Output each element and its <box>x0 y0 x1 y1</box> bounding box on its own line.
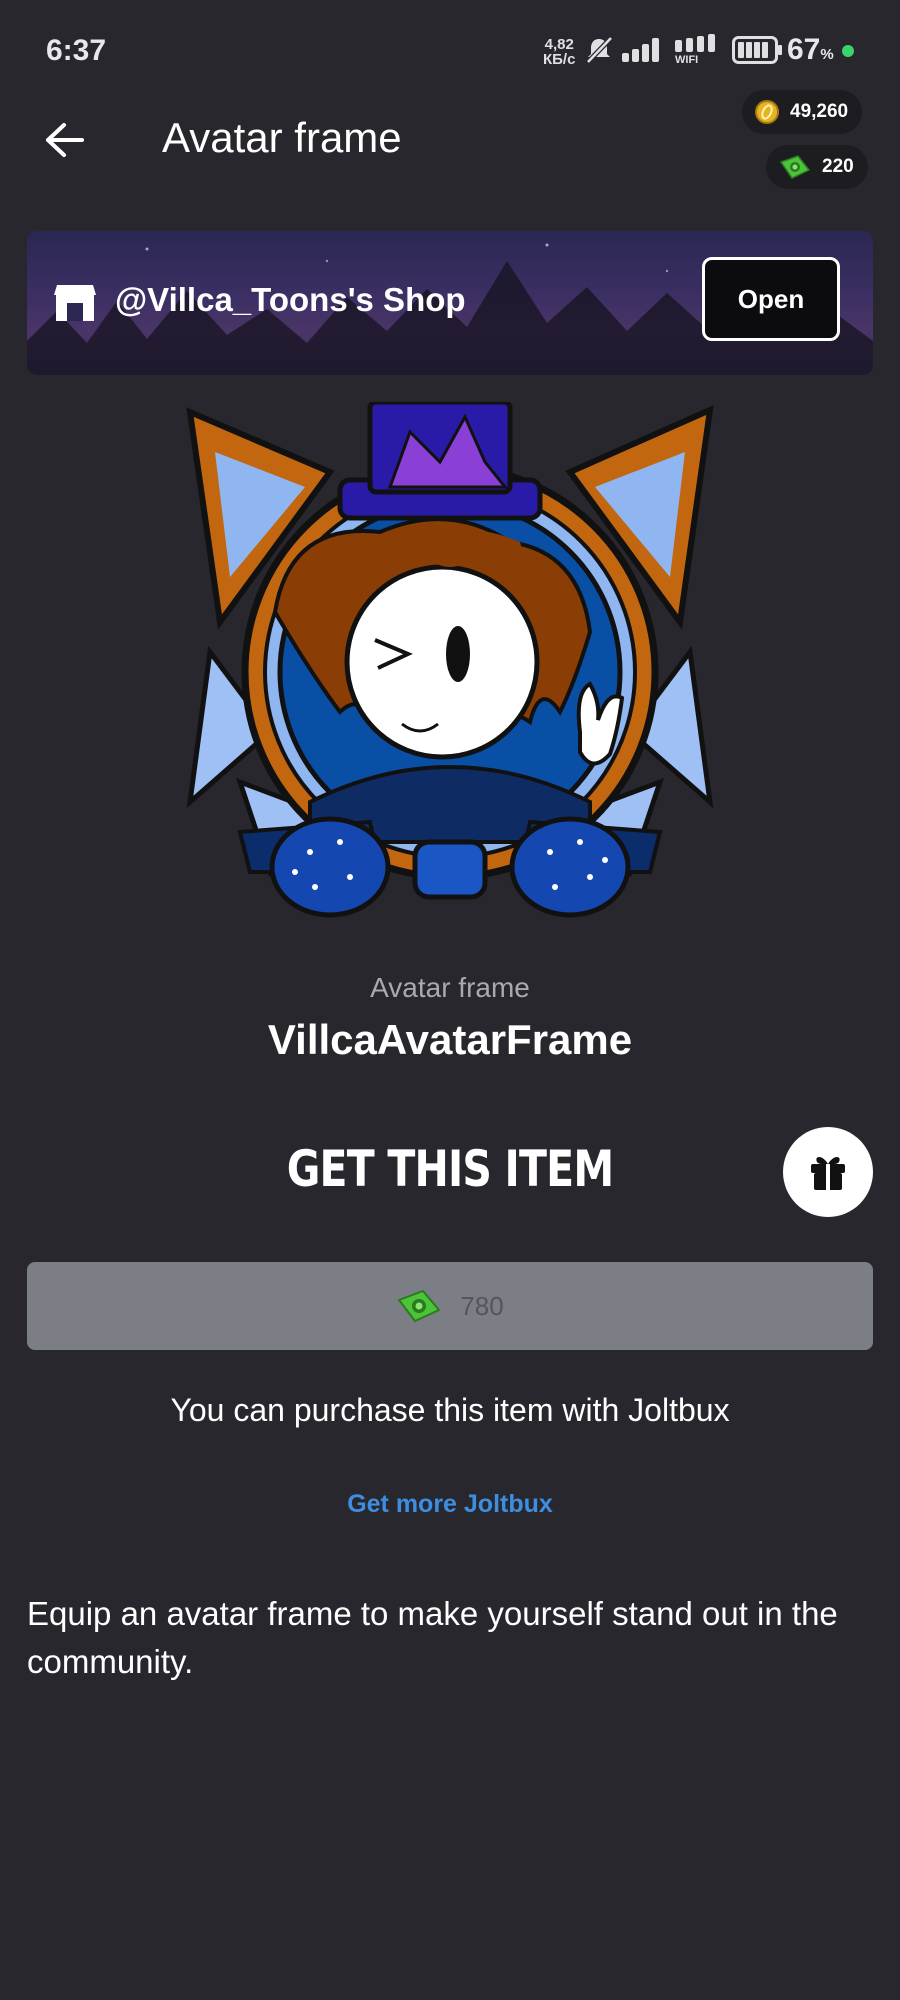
item-price: 780 <box>460 1290 504 1321</box>
purchase-note: You can purchase this item with Joltbux <box>170 1392 730 1428</box>
gift-button[interactable] <box>783 1127 873 1217</box>
battery-icon <box>732 36 782 64</box>
battery-percent-value: 67 <box>787 33 821 66</box>
page-title: Avatar frame <box>162 114 402 161</box>
network-speed: 4,82 КБ/с <box>543 37 575 67</box>
wifi-signal-icon: WIFI <box>673 34 721 66</box>
battery-percent-symbol: % <box>820 46 834 63</box>
joltbux-icon <box>779 155 811 179</box>
joltbux-balance[interactable]: 220 <box>766 145 868 189</box>
buy-with-joltbux-button[interactable]: 780 <box>27 1262 873 1350</box>
do-not-disturb-icon <box>586 36 613 64</box>
open-shop-button[interactable]: Open <box>702 257 840 341</box>
status-time: 6:37 <box>46 34 107 67</box>
privacy-indicator-dot <box>842 45 854 57</box>
network-speed-unit: КБ/с <box>543 51 576 68</box>
gift-icon <box>811 1157 845 1190</box>
shop-banner[interactable]: @Villca_Toons's Shop Open <box>27 231 873 375</box>
joltbux-icon <box>397 1289 441 1323</box>
battery-percent: 67% <box>787 33 834 67</box>
coins-amount: 49,260 <box>790 101 849 122</box>
item-name: VillcaAvatarFrame <box>267 1016 633 1063</box>
status-bar: 6:37 4,82 КБ/с WIFI 67% <box>0 0 900 104</box>
get-item-heading: GET THIS ITEM <box>286 1140 614 1198</box>
coins-balance[interactable]: 49,260 <box>742 90 863 134</box>
back-button[interactable] <box>38 114 90 166</box>
wifi-label: WIFI <box>675 54 699 66</box>
cellular-signal-icon <box>622 38 659 62</box>
get-more-joltbux-link[interactable]: Get more Joltbux <box>0 1490 900 1519</box>
coin-icon <box>755 100 779 124</box>
arrow-left-icon <box>46 123 84 157</box>
shop-name: @Villca_Toons's Shop <box>115 281 466 318</box>
network-speed-value: 4,82 <box>544 36 574 53</box>
avatar-frame-preview-image <box>186 402 714 918</box>
item-description: Equip an avatar frame to make yourself s… <box>27 1595 838 1680</box>
store-icon <box>54 285 96 321</box>
item-type-label: Avatar frame <box>370 972 530 1003</box>
joltbux-amount: 220 <box>822 156 854 177</box>
